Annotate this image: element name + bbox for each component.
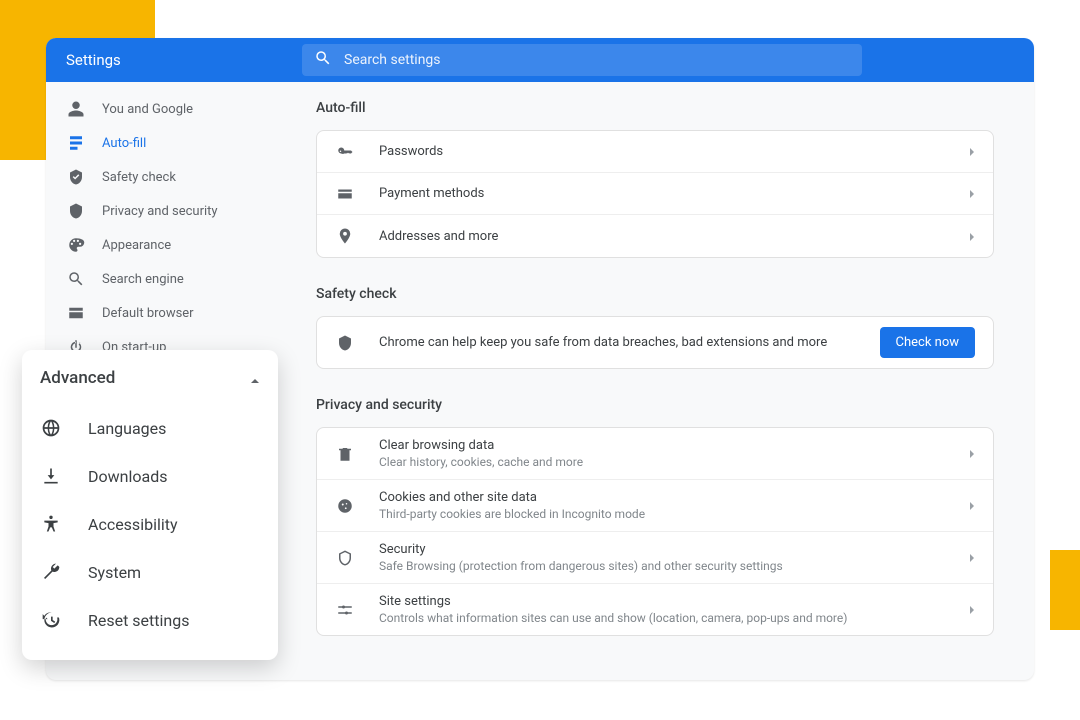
user-icon — [66, 99, 86, 119]
chevron-right-icon — [969, 548, 975, 567]
sidebar-item-label: Default browser — [102, 306, 194, 321]
trash-icon — [335, 444, 355, 464]
shield-outline-icon — [335, 548, 355, 568]
sidebar-item-appearance[interactable]: Appearance — [46, 228, 302, 262]
row-label: Addresses and more — [379, 229, 969, 244]
sidebar-item-label: Auto-fill — [102, 136, 146, 151]
chevron-right-icon — [969, 227, 975, 246]
popout-item-label: Languages — [88, 419, 166, 438]
section-title-autofill: Auto-fill — [316, 100, 994, 116]
safety-check-card: Chrome can help keep you safe from data … — [316, 316, 994, 369]
row-label: Cookies and other site data — [379, 490, 969, 505]
sliders-icon — [335, 600, 355, 620]
search-icon — [314, 49, 344, 71]
safety-check-row: Chrome can help keep you safe from data … — [317, 317, 993, 368]
sidebar-item-safety-check[interactable]: Safety check — [46, 160, 302, 194]
sidebar-item-label: Safety check — [102, 170, 176, 185]
advanced-popout: Advanced Languages Downloads Accessibili… — [22, 350, 278, 660]
row-sublabel: Controls what information sites can use … — [379, 611, 969, 625]
advanced-title: Advanced — [40, 368, 115, 388]
download-icon — [40, 465, 62, 487]
row-addresses[interactable]: Addresses and more — [317, 215, 993, 257]
shield-filled-icon — [335, 333, 355, 353]
accessibility-icon — [40, 513, 62, 535]
row-label: Security — [379, 542, 969, 557]
sidebar-item-privacy[interactable]: Privacy and security — [46, 194, 302, 228]
sidebar-item-label: You and Google — [102, 102, 193, 117]
chevron-right-icon — [969, 600, 975, 619]
popout-item-downloads[interactable]: Downloads — [22, 452, 278, 500]
row-cookies[interactable]: Cookies and other site data Third-party … — [317, 480, 993, 532]
sidebar-item-label: Search engine — [102, 272, 184, 287]
browser-icon — [66, 303, 86, 323]
popout-item-accessibility[interactable]: Accessibility — [22, 500, 278, 548]
safety-text: Chrome can help keep you safe from data … — [379, 335, 880, 350]
location-icon — [335, 226, 355, 246]
popout-item-label: System — [88, 563, 141, 582]
row-sublabel: Clear history, cookies, cache and more — [379, 455, 969, 469]
decorative-yellow-block — [1050, 550, 1080, 630]
history-icon — [40, 609, 62, 631]
chevron-right-icon — [969, 142, 975, 161]
popout-item-label: Accessibility — [88, 515, 178, 534]
row-label: Clear browsing data — [379, 438, 969, 453]
row-sublabel: Safe Browsing (protection from dangerous… — [379, 559, 969, 573]
header-bar: Settings — [46, 38, 1034, 82]
page-title: Settings — [66, 51, 302, 69]
sidebar-item-autofill[interactable]: Auto-fill — [46, 126, 302, 160]
row-sublabel: Third-party cookies are blocked in Incog… — [379, 507, 969, 521]
chevron-right-icon — [969, 496, 975, 515]
advanced-toggle[interactable]: Advanced — [22, 368, 278, 394]
chevron-up-icon — [250, 369, 260, 388]
row-passwords[interactable]: Passwords — [317, 131, 993, 173]
popout-item-system[interactable]: System — [22, 548, 278, 596]
row-clear-browsing-data[interactable]: Clear browsing data Clear history, cooki… — [317, 428, 993, 480]
shield-icon — [66, 201, 86, 221]
chevron-right-icon — [969, 444, 975, 463]
globe-icon — [40, 417, 62, 439]
search-field[interactable] — [302, 44, 862, 76]
section-title-privacy: Privacy and security — [316, 397, 994, 413]
popout-item-reset-settings[interactable]: Reset settings — [22, 596, 278, 644]
check-now-button[interactable]: Check now — [880, 327, 976, 358]
row-security[interactable]: Security Safe Browsing (protection from … — [317, 532, 993, 584]
row-payment-methods[interactable]: Payment methods — [317, 173, 993, 215]
sidebar-item-search-engine[interactable]: Search engine — [46, 262, 302, 296]
row-label: Site settings — [379, 594, 969, 609]
row-label: Passwords — [379, 144, 969, 159]
wrench-icon — [40, 561, 62, 583]
main-content: Auto-fill Passwords Payment methods Addr… — [302, 82, 1034, 680]
cookie-icon — [335, 496, 355, 516]
card-icon — [335, 184, 355, 204]
key-icon — [335, 142, 355, 162]
chevron-right-icon — [969, 184, 975, 203]
row-label: Payment methods — [379, 186, 969, 201]
magnify-icon — [66, 269, 86, 289]
form-icon — [66, 133, 86, 153]
shield-check-icon — [66, 167, 86, 187]
row-site-settings[interactable]: Site settings Controls what information … — [317, 584, 993, 635]
autofill-card: Passwords Payment methods Addresses and … — [316, 130, 994, 258]
palette-icon — [66, 235, 86, 255]
search-input[interactable] — [344, 52, 850, 68]
sidebar-item-you-and-google[interactable]: You and Google — [46, 92, 302, 126]
popout-item-label: Reset settings — [88, 611, 189, 630]
sidebar-item-default-browser[interactable]: Default browser — [46, 296, 302, 330]
sidebar-item-label: Privacy and security — [102, 204, 218, 219]
section-title-safety: Safety check — [316, 286, 994, 302]
sidebar-item-label: Appearance — [102, 238, 171, 253]
popout-item-label: Downloads — [88, 467, 167, 486]
popout-item-languages[interactable]: Languages — [22, 404, 278, 452]
privacy-card: Clear browsing data Clear history, cooki… — [316, 427, 994, 636]
